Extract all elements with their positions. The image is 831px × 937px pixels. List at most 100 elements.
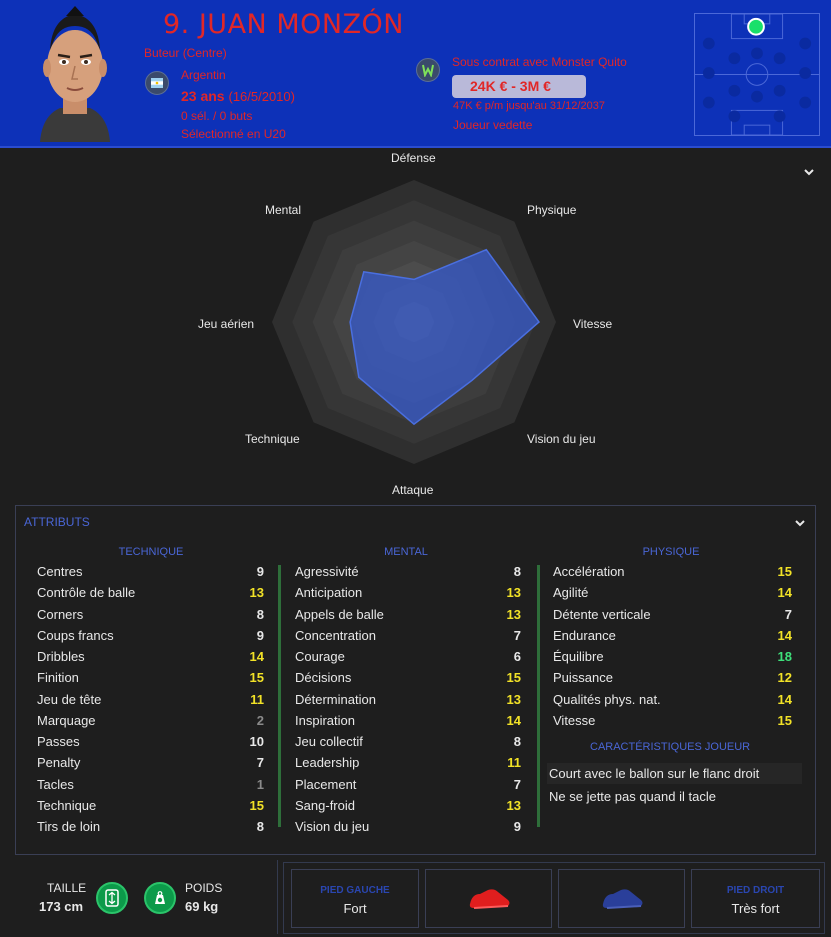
attribute-name: Détente verticale [553,606,651,622]
attribute-value: 13 [506,585,521,601]
attributes-collapse-chevron-icon[interactable] [794,517,806,529]
attribute-value: 7 [256,755,264,771]
attribute-name: Courage [295,649,345,664]
left-foot-box: PIED GAUCHE Fort [291,869,419,928]
attribute-row-mental[interactable]: Leadership 11 [295,752,521,773]
radar-label-aerien: Jeu aérien [198,317,255,331]
attribute-row-technique[interactable]: Tirs de loin 8 [37,816,264,837]
attribute-row-technique[interactable]: Jeu de tête 11 [37,689,264,710]
attribute-row-physique[interactable]: Agilité 14 [553,582,792,603]
attribute-row-mental[interactable]: Concentration 7 [295,625,521,646]
attribute-row-mental[interactable]: Anticipation 13 [295,582,521,603]
attribute-name: Vitesse [553,712,596,728]
attribute-row-mental[interactable]: Détermination 13 [295,689,521,710]
radar-label-physique: Physique [527,203,577,217]
left-boot-box [425,869,552,928]
attribute-name: Agilité [553,585,589,601]
attribute-row-mental[interactable]: Placement 7 [295,774,521,795]
attribute-value: 7 [513,627,521,643]
attributes-title[interactable]: ATTRIBUTS [24,515,90,529]
attribute-name: Puissance [553,670,613,686]
attribute-row-physique[interactable]: Endurance 14 [553,625,792,646]
attribute-row-technique[interactable]: Centres 9 [37,561,264,582]
attribute-value: 8 [256,606,264,622]
weight-value: 69 kg [185,899,219,914]
attribute-row-technique[interactable]: Contrôle de balle 13 [37,582,264,603]
attribute-value: 13 [506,691,521,707]
attribute-row-mental[interactable]: Appels de balle 13 [295,604,521,625]
radar-label-mental: Mental [265,203,302,217]
column-divider [278,565,281,827]
attribute-name: Inspiration [295,712,355,728]
attribute-name: Technique [37,797,97,813]
attribute-row-mental[interactable]: Courage 6 [295,646,521,667]
weight-label: POIDS [185,881,223,895]
attribute-name: Qualités phys. nat. [553,691,661,707]
attribute-name: Détermination [295,691,376,707]
attribute-row-technique[interactable]: Corners 8 [37,604,264,625]
attribute-value: 12 [777,670,792,686]
attribute-row-technique[interactable]: Coups francs 9 [37,625,264,646]
player-contract[interactable]: Sous contrat avec Monster Quito [452,55,627,69]
player-status: Joueur vedette [453,118,533,132]
club-logo-icon[interactable] [416,58,440,82]
attribute-name: Accélération [553,564,625,579]
player-position: Buteur (Centre) [144,46,227,60]
radar-label-attaque: Attaque [392,483,434,497]
attribute-value: 7 [513,776,521,792]
attribute-row-technique[interactable]: Finition 15 [37,667,264,688]
attribute-name: Concentration [295,627,376,643]
attribute-row-physique[interactable]: Qualités phys. nat. 14 [553,689,792,710]
attribute-value: 13 [506,797,521,813]
attribute-value: 15 [249,670,264,686]
left-foot-label: PIED GAUCHE [320,885,390,896]
player-value-badge: 24K € - 3M € [452,75,586,98]
attribute-value: 14 [249,649,264,664]
attribute-name: Équilibre [553,649,604,664]
attribute-row-technique[interactable]: Dribbles 14 [37,646,264,667]
attribute-value: 15 [777,564,792,579]
player-age: 23 ans (16/5/2010) [181,88,295,104]
player-nationality[interactable]: Argentin [181,68,226,82]
attribute-row-technique[interactable]: Marquage 2 [37,710,264,731]
attribute-value: 11 [250,691,264,707]
attribute-row-mental[interactable]: Inspiration 14 [295,710,521,731]
player-name: 9. JUAN MONZÓN [163,9,405,40]
trait-item[interactable]: Ne se jette pas quand il tacle [547,786,802,807]
traits-header: CARACTÉRISTIQUES JOUEUR [590,741,751,753]
attribute-row-mental[interactable]: Vision du jeu 9 [295,816,521,837]
attribute-value: 13 [249,585,264,601]
radar-collapse-chevron-icon[interactable] [803,166,815,178]
attribute-row-physique[interactable]: Accélération 15 [553,561,792,582]
attribute-row-mental[interactable]: Décisions 15 [295,667,521,688]
attribute-row-physique[interactable]: Vitesse 15 [553,710,792,731]
attribute-name: Sang-froid [295,797,355,813]
attribute-name: Penalty [37,755,81,771]
attribute-value: 9 [256,627,264,643]
trait-item[interactable]: Court avec le ballon sur le flanc droit [547,763,802,784]
attribute-value: 15 [777,712,792,728]
attribute-value: 15 [506,670,521,686]
right-boot-box [558,869,685,928]
player-face-image [40,6,110,142]
attribute-name: Passes [37,734,80,749]
attribute-row-mental[interactable]: Sang-froid 13 [295,795,521,816]
attribute-row-technique[interactable]: Passes 10 [37,731,264,752]
attribute-row-physique[interactable]: Équilibre 18 [553,646,792,667]
attribute-value: 14 [777,627,792,643]
attribute-name: Contrôle de balle [37,585,136,601]
attribute-value: 14 [777,585,792,601]
attribute-row-technique[interactable]: Technique 15 [37,795,264,816]
attribute-row-mental[interactable]: Agressivité 8 [295,561,521,582]
attribute-row-physique[interactable]: Puissance 12 [553,667,792,688]
left-foot-value: Fort [343,901,367,916]
attribute-row-physique[interactable]: Détente verticale 7 [553,604,792,625]
attribute-row-mental[interactable]: Jeu collectif 8 [295,731,521,752]
attribute-name: Vision du jeu [295,819,370,834]
attribute-name: Tirs de loin [37,819,101,834]
attribute-value: 10 [249,734,264,749]
attribute-row-technique[interactable]: Penalty 7 [37,752,264,773]
attribute-row-technique[interactable]: Tacles 1 [37,774,264,795]
attribute-value: 8 [256,819,264,834]
attribute-value: 14 [777,691,792,707]
